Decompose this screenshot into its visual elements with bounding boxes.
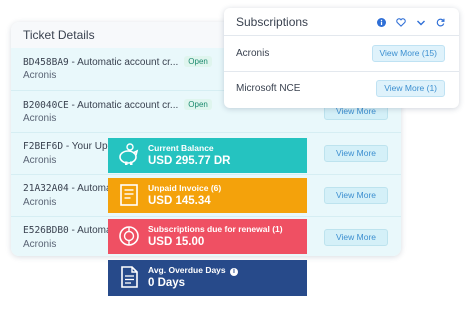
subscription-row[interactable]: Acronis View More (15) <box>224 37 459 71</box>
renewal-due-tile[interactable]: Subscriptions due for renewal (1) USD 15… <box>108 219 307 254</box>
view-more-button[interactable]: View More <box>324 229 388 246</box>
ticket-code: 21A32A04 <box>23 183 69 194</box>
kpi-label: Current Balance <box>148 143 214 153</box>
subscriptions-card: Subscriptions Acronis View More (15) Mic… <box>224 8 459 108</box>
invoice-icon <box>120 184 138 206</box>
ticket-subject: - Automatic account cr... <box>68 100 179 111</box>
view-more-button[interactable]: View More (1) <box>376 80 445 97</box>
kpi-value: USD 15.00 <box>148 236 205 248</box>
kpi-value: USD 295.77 DR <box>148 155 231 167</box>
ticket-customer: Acronis <box>23 70 57 81</box>
current-balance-tile[interactable]: Current Balance USD 295.77 DR <box>108 138 307 173</box>
subscriptions-toolbar <box>377 18 445 27</box>
heart-icon[interactable] <box>396 18 406 27</box>
kpi-value: USD 145.34 <box>148 195 211 207</box>
ticket-customer: Acronis <box>23 197 57 208</box>
ticket-code: F2BEF6D <box>23 141 64 152</box>
ticket-title: B20040CE - Automatic account cr... Open <box>23 99 212 111</box>
refresh-icon[interactable] <box>436 18 445 27</box>
document-icon <box>121 266 138 288</box>
kpi-label: Avg. Overdue Days i <box>148 265 239 276</box>
ticket-title: E526BDB0 - Automat <box>23 225 114 236</box>
subscription-name: Acronis <box>236 48 270 59</box>
ticket-customer: Acronis <box>23 113 57 124</box>
unpaid-invoice-tile[interactable]: Unpaid Invoice (6) USD 145.34 <box>108 178 307 213</box>
ticket-code: B20040CE <box>23 100 69 111</box>
kpi-label-text: Avg. Overdue Days <box>148 265 226 275</box>
ticket-customer: Acronis <box>23 239 57 250</box>
avg-overdue-tile[interactable]: Avg. Overdue Days i 0 Days <box>108 260 307 296</box>
status-badge: Open <box>184 99 212 110</box>
ticket-code: BD458BA9 <box>23 57 69 68</box>
piggy-bank-icon <box>119 143 139 165</box>
ticket-title: F2BEF6D - Your Upgr <box>23 141 116 152</box>
kpi-label: Subscriptions due for renewal (1) <box>148 224 283 234</box>
chevron-down-icon[interactable] <box>416 19 426 27</box>
status-badge: Open <box>184 56 212 67</box>
view-more-button[interactable]: View More <box>324 187 388 204</box>
info-icon[interactable]: i <box>230 268 239 276</box>
subscription-name: Microsoft NCE <box>236 83 301 94</box>
kpi-label: Unpaid Invoice (6) <box>148 183 222 193</box>
info-icon[interactable] <box>377 18 386 27</box>
subscription-row[interactable]: Microsoft NCE View More (1) <box>224 71 459 105</box>
view-more-button[interactable]: View More <box>324 145 388 162</box>
view-more-button[interactable]: View More (15) <box>371 45 445 62</box>
ticket-title: BD458BA9 - Automatic account cr... Open <box>23 56 212 68</box>
ticket-customer: Acronis <box>23 155 57 166</box>
ticket-code: E526BDB0 <box>23 225 69 236</box>
ticket-subject: - Automatic account cr... <box>68 57 179 68</box>
kpi-value: 0 Days <box>148 277 186 289</box>
ticket-title: 21A32A04 - Automat <box>23 183 114 194</box>
renewal-icon <box>119 226 139 246</box>
